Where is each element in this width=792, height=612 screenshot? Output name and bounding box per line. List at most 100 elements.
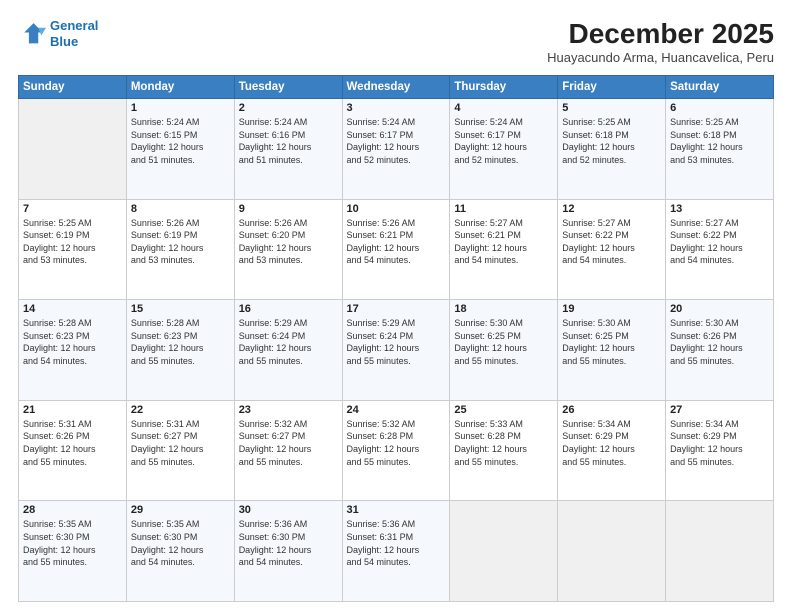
cell-info: Sunrise: 5:25 AM Sunset: 6:18 PM Dayligh… (670, 116, 769, 166)
calendar-cell: 26 Sunrise: 5:34 AM Sunset: 6:29 PM Dayli… (558, 400, 666, 501)
cell-day-number: 7 (23, 203, 122, 215)
calendar-cell: 27 Sunrise: 5:34 AM Sunset: 6:29 PM Dayli… (666, 400, 774, 501)
calendar-cell: 5Sunrise: 5:25 AM Sunset: 6:18 PM Daylig… (558, 99, 666, 200)
header-cell-sunday: Sunday (19, 76, 127, 99)
main-title: December 2025 (547, 18, 774, 50)
header-row: SundayMondayTuesdayWednesdayThursdayFrid… (19, 76, 774, 99)
cell-info: Sunrise: 5:26 AM Sunset: 6:19 PM Dayligh… (131, 217, 230, 267)
calendar-cell: 17Sunrise: 5:29 AM Sunset: 6:24 PM Dayli… (342, 300, 450, 401)
calendar-cell: 31 Sunrise: 5:36 AM Sunset: 6:31 PM Dayli… (342, 501, 450, 602)
header-cell-saturday: Saturday (666, 76, 774, 99)
calendar-cell: 11 Sunrise: 5:27 AM Sunset: 6:21 PM Dayli… (450, 199, 558, 300)
header-cell-tuesday: Tuesday (234, 76, 342, 99)
cell-info: Sunrise: 5:26 AM Sunset: 6:20 PM Dayligh… (239, 217, 338, 267)
cell-info: Sunrise: 5:32 AM Sunset: 6:27 PM Dayligh… (239, 418, 338, 468)
cell-info: Sunrise: 5:30 AM Sunset: 6:26 PM Dayligh… (670, 317, 769, 367)
cell-day-number: 5 (562, 102, 661, 114)
logo: General Blue (18, 18, 98, 49)
cell-day-number: 4 (454, 102, 553, 114)
calendar-cell: 3 Sunrise: 5:24 AM Sunset: 6:17 PM Daylig… (342, 99, 450, 200)
calendar-cell: 13 Sunrise: 5:27 AM Sunset: 6:22 PM Dayli… (666, 199, 774, 300)
title-area: December 2025 Huayacundo Arma, Huancavel… (547, 18, 774, 65)
logo-line1: General (50, 18, 98, 33)
cell-info: Sunrise: 5:29 AM Sunset: 6:24 PM Dayligh… (347, 317, 446, 367)
logo-line2: Blue (50, 34, 78, 49)
calendar-cell: 18 Sunrise: 5:30 AM Sunset: 6:25 PM Dayli… (450, 300, 558, 401)
cell-day-number: 2 (239, 102, 338, 114)
header: General Blue December 2025 Huayacundo Ar… (18, 18, 774, 65)
cell-info: Sunrise: 5:27 AM Sunset: 6:21 PM Dayligh… (454, 217, 553, 267)
cell-day-number: 10 (347, 203, 446, 215)
cell-info: Sunrise: 5:30 AM Sunset: 6:25 PM Dayligh… (454, 317, 553, 367)
cell-info: Sunrise: 5:24 AM Sunset: 6:17 PM Dayligh… (347, 116, 446, 166)
page: General Blue December 2025 Huayacundo Ar… (0, 0, 792, 612)
cell-day-number: 14 (23, 303, 122, 315)
cell-info: Sunrise: 5:28 AM Sunset: 6:23 PM Dayligh… (23, 317, 122, 367)
calendar-cell: 10 Sunrise: 5:26 AM Sunset: 6:21 PM Dayli… (342, 199, 450, 300)
calendar-cell: 12Sunrise: 5:27 AM Sunset: 6:22 PM Dayli… (558, 199, 666, 300)
logo-icon (18, 20, 46, 48)
cell-info: Sunrise: 5:26 AM Sunset: 6:21 PM Dayligh… (347, 217, 446, 267)
cell-day-number: 22 (131, 404, 230, 416)
header-cell-wednesday: Wednesday (342, 76, 450, 99)
calendar-cell: 9 Sunrise: 5:26 AM Sunset: 6:20 PM Daylig… (234, 199, 342, 300)
cell-info: Sunrise: 5:35 AM Sunset: 6:30 PM Dayligh… (131, 518, 230, 568)
week-row-5: 28Sunrise: 5:35 AM Sunset: 6:30 PM Dayli… (19, 501, 774, 602)
cell-day-number: 26 (562, 404, 661, 416)
cell-day-number: 30 (239, 504, 338, 516)
calendar-cell: 7 Sunrise: 5:25 AM Sunset: 6:19 PM Daylig… (19, 199, 127, 300)
subtitle: Huayacundo Arma, Huancavelica, Peru (547, 50, 774, 65)
cell-day-number: 29 (131, 504, 230, 516)
cell-info: Sunrise: 5:36 AM Sunset: 6:31 PM Dayligh… (347, 518, 446, 568)
calendar-cell: 20 Sunrise: 5:30 AM Sunset: 6:26 PM Dayli… (666, 300, 774, 401)
calendar-cell: 21Sunrise: 5:31 AM Sunset: 6:26 PM Dayli… (19, 400, 127, 501)
week-row-3: 14 Sunrise: 5:28 AM Sunset: 6:23 PM Dayli… (19, 300, 774, 401)
calendar-cell (450, 501, 558, 602)
cell-info: Sunrise: 5:25 AM Sunset: 6:19 PM Dayligh… (23, 217, 122, 267)
cell-info: Sunrise: 5:27 AM Sunset: 6:22 PM Dayligh… (562, 217, 661, 267)
calendar-cell (666, 501, 774, 602)
calendar-cell: 25Sunrise: 5:33 AM Sunset: 6:28 PM Dayli… (450, 400, 558, 501)
cell-day-number: 20 (670, 303, 769, 315)
cell-day-number: 21 (23, 404, 122, 416)
cell-info: Sunrise: 5:29 AM Sunset: 6:24 PM Dayligh… (239, 317, 338, 367)
cell-day-number: 13 (670, 203, 769, 215)
cell-info: Sunrise: 5:30 AM Sunset: 6:25 PM Dayligh… (562, 317, 661, 367)
cell-info: Sunrise: 5:28 AM Sunset: 6:23 PM Dayligh… (131, 317, 230, 367)
cell-info: Sunrise: 5:24 AM Sunset: 6:17 PM Dayligh… (454, 116, 553, 166)
cell-day-number: 31 (347, 504, 446, 516)
week-row-4: 21Sunrise: 5:31 AM Sunset: 6:26 PM Dayli… (19, 400, 774, 501)
calendar-cell: 29 Sunrise: 5:35 AM Sunset: 6:30 PM Dayli… (126, 501, 234, 602)
cell-day-number: 6 (670, 102, 769, 114)
calendar-cell: 16 Sunrise: 5:29 AM Sunset: 6:24 PM Dayli… (234, 300, 342, 401)
logo-text: General Blue (50, 18, 98, 49)
cell-info: Sunrise: 5:35 AM Sunset: 6:30 PM Dayligh… (23, 518, 122, 568)
cell-day-number: 16 (239, 303, 338, 315)
header-cell-monday: Monday (126, 76, 234, 99)
cell-day-number: 8 (131, 203, 230, 215)
calendar-cell: 2Sunrise: 5:24 AM Sunset: 6:16 PM Daylig… (234, 99, 342, 200)
cell-info: Sunrise: 5:34 AM Sunset: 6:29 PM Dayligh… (562, 418, 661, 468)
calendar-cell: 30Sunrise: 5:36 AM Sunset: 6:30 PM Dayli… (234, 501, 342, 602)
cell-day-number: 27 (670, 404, 769, 416)
cell-day-number: 11 (454, 203, 553, 215)
cell-day-number: 9 (239, 203, 338, 215)
cell-info: Sunrise: 5:32 AM Sunset: 6:28 PM Dayligh… (347, 418, 446, 468)
cell-info: Sunrise: 5:34 AM Sunset: 6:29 PM Dayligh… (670, 418, 769, 468)
calendar-table: SundayMondayTuesdayWednesdayThursdayFrid… (18, 75, 774, 602)
cell-day-number: 15 (131, 303, 230, 315)
cell-day-number: 19 (562, 303, 661, 315)
calendar-header: SundayMondayTuesdayWednesdayThursdayFrid… (19, 76, 774, 99)
calendar-cell: 1Sunrise: 5:24 AM Sunset: 6:15 PM Daylig… (126, 99, 234, 200)
calendar-cell: 8 Sunrise: 5:26 AM Sunset: 6:19 PM Daylig… (126, 199, 234, 300)
calendar-cell (558, 501, 666, 602)
cell-info: Sunrise: 5:33 AM Sunset: 6:28 PM Dayligh… (454, 418, 553, 468)
calendar-cell (19, 99, 127, 200)
calendar-cell: 4 Sunrise: 5:24 AM Sunset: 6:17 PM Daylig… (450, 99, 558, 200)
calendar-cell: 19 Sunrise: 5:30 AM Sunset: 6:25 PM Dayli… (558, 300, 666, 401)
week-row-2: 7 Sunrise: 5:25 AM Sunset: 6:19 PM Daylig… (19, 199, 774, 300)
cell-day-number: 3 (347, 102, 446, 114)
cell-day-number: 1 (131, 102, 230, 114)
cell-day-number: 18 (454, 303, 553, 315)
cell-info: Sunrise: 5:27 AM Sunset: 6:22 PM Dayligh… (670, 217, 769, 267)
